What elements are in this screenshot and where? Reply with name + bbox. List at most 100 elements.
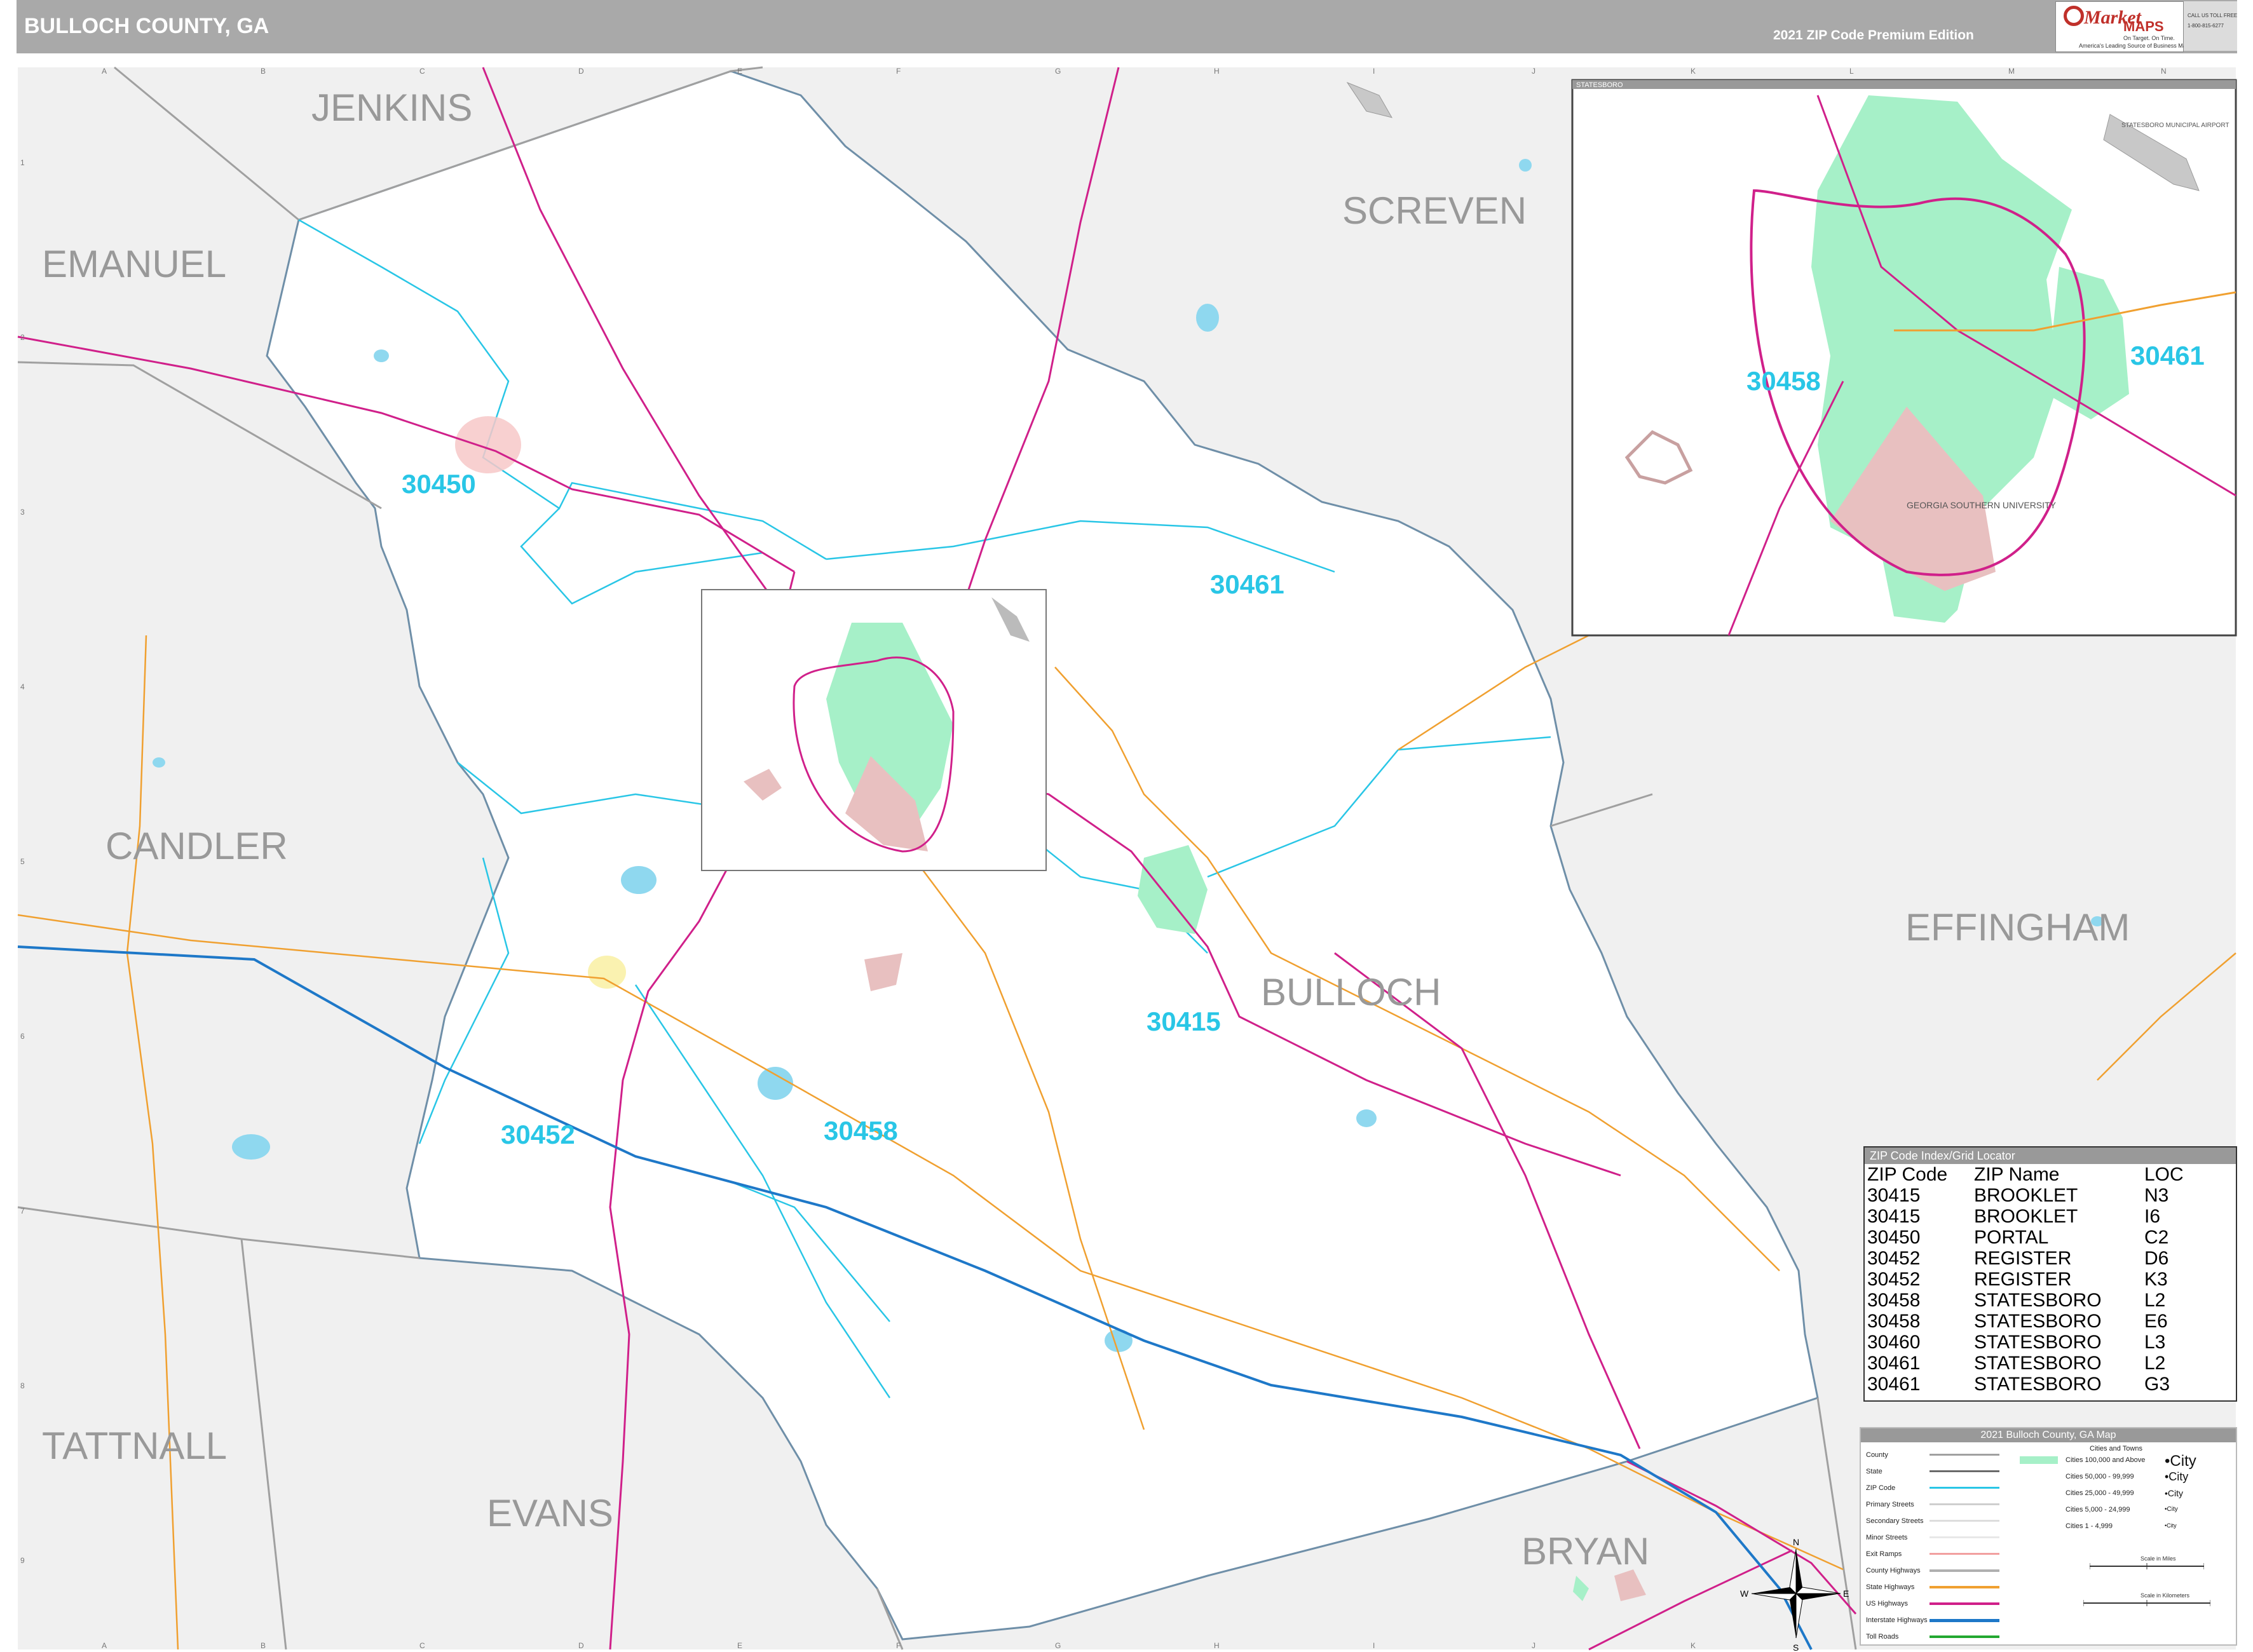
loc-cell: D6 bbox=[2142, 1248, 2236, 1269]
zip-cell: 30415 bbox=[1865, 1185, 1971, 1206]
compass-west: W bbox=[1740, 1588, 1749, 1599]
legend-label-state: State bbox=[1866, 1468, 1882, 1475]
legend-swatch-county-hwy bbox=[1930, 1569, 1999, 1572]
table-row: 30458STATESBOROL2 bbox=[1865, 1290, 2236, 1311]
name-cell: PORTAL bbox=[1971, 1227, 2142, 1248]
legend-cities-header: Cities and Towns bbox=[2090, 1445, 2142, 1452]
loc-cell: I6 bbox=[2142, 1206, 2236, 1227]
legend-swatch-county bbox=[1930, 1454, 1999, 1456]
scale-bar-km bbox=[2083, 1600, 2210, 1606]
svg-text:M: M bbox=[2008, 67, 2015, 76]
legend-swatch-us-hwy bbox=[1930, 1602, 1999, 1605]
zip-label-30450: 30450 bbox=[402, 469, 476, 499]
loc-cell: C2 bbox=[2142, 1227, 2236, 1248]
svg-text:A: A bbox=[102, 1641, 107, 1650]
svg-text:6: 6 bbox=[20, 1032, 25, 1041]
svg-text:7: 7 bbox=[20, 1207, 25, 1215]
svg-text:J: J bbox=[1532, 67, 1535, 76]
loc-cell: L2 bbox=[2142, 1353, 2236, 1374]
svg-text:8: 8 bbox=[20, 1381, 25, 1390]
zip-label-30458: 30458 bbox=[824, 1116, 898, 1146]
zip-cell: 30461 bbox=[1865, 1374, 1971, 1395]
name-cell: BROOKLET bbox=[1971, 1206, 2142, 1227]
legend-city-class-4: Cities 5,000 - 24,999 bbox=[2066, 1506, 2130, 1513]
legend-city-sample-2: •City bbox=[2165, 1470, 2188, 1484]
county-label-candler: CANDLER bbox=[106, 825, 288, 867]
legend-swatch-state bbox=[1930, 1470, 1999, 1472]
name-cell: STATESBORO bbox=[1971, 1353, 2142, 1374]
svg-text:3: 3 bbox=[20, 508, 25, 517]
table-row: 30415BROOKLETI6 bbox=[1865, 1206, 2236, 1227]
legend-swatch-secondary bbox=[1930, 1520, 1999, 1522]
compass-north: N bbox=[1793, 1537, 1799, 1547]
name-cell: STATESBORO bbox=[1971, 1290, 2142, 1311]
table-row: 30460STATESBOROL3 bbox=[1865, 1332, 2236, 1353]
zip-cell: 30458 bbox=[1865, 1290, 1971, 1311]
svg-text:L: L bbox=[1849, 67, 1854, 76]
zip-cell: 30458 bbox=[1865, 1311, 1971, 1332]
county-label-evans: EVANS bbox=[487, 1492, 613, 1534]
svg-text:I: I bbox=[1373, 1641, 1375, 1650]
inset-title: STATESBORO bbox=[1576, 81, 1623, 89]
svg-text:G: G bbox=[1055, 67, 1061, 76]
svg-text:E: E bbox=[737, 1641, 742, 1650]
loc-cell: L2 bbox=[2142, 1290, 2236, 1311]
name-cell: BROOKLET bbox=[1971, 1185, 2142, 1206]
inset-zip-label-30458: 30458 bbox=[1746, 366, 1821, 396]
statesboro-inset[interactable]: STATESBORO 30458 30461 GEORGIA SOUTHERN … bbox=[1572, 80, 2236, 635]
loc-cell: L3 bbox=[2142, 1332, 2236, 1353]
county-label-bryan: BRYAN bbox=[1521, 1530, 1649, 1573]
map-canvas[interactable]: JENKINS SCREVEN EMANUEL CANDLER EFFINGHA… bbox=[0, 0, 2253, 1652]
county-label-tattnall: TATTNALL bbox=[42, 1425, 227, 1467]
svg-text:5: 5 bbox=[20, 857, 25, 866]
svg-text:I: I bbox=[1373, 67, 1375, 76]
inset-airport-label: STATESBORO MUNICIPAL AIRPORT bbox=[2121, 122, 2229, 129]
legend-swatch-ramps bbox=[1930, 1553, 1999, 1555]
svg-text:H: H bbox=[1214, 67, 1220, 76]
svg-text:B: B bbox=[261, 1641, 266, 1650]
county-label-emanuel: EMANUEL bbox=[42, 243, 226, 285]
zip-cell: 30452 bbox=[1865, 1269, 1971, 1290]
svg-text:4: 4 bbox=[20, 682, 25, 691]
table-row: 30458STATESBOROE6 bbox=[1865, 1311, 2236, 1332]
legend-city-sample-3: •City bbox=[2165, 1488, 2183, 1498]
legend-swatch-toll bbox=[1930, 1635, 1999, 1638]
legend-city-sample-5: •City bbox=[2165, 1522, 2177, 1529]
legend-label-interstate: Interstate Highways bbox=[1866, 1616, 1928, 1624]
svg-text:B: B bbox=[261, 67, 266, 76]
svg-text:D: D bbox=[578, 67, 584, 76]
name-cell: REGISTER bbox=[1971, 1248, 2142, 1269]
svg-text:F: F bbox=[896, 1641, 901, 1650]
svg-text:G: G bbox=[1055, 1641, 1061, 1650]
legend-scale-miles: Scale in Miles bbox=[2141, 1555, 2176, 1562]
legend-label-county: County bbox=[1866, 1451, 1888, 1459]
legend-swatch-interstate bbox=[1930, 1619, 1999, 1622]
table-row: 30461STATESBOROL2 bbox=[1865, 1353, 2236, 1374]
county-label-screven: SCREVEN bbox=[1342, 189, 1527, 232]
inset-zip-label-30461: 30461 bbox=[2130, 341, 2205, 370]
zip-cell: 30450 bbox=[1865, 1227, 1971, 1248]
svg-text:2: 2 bbox=[20, 333, 25, 342]
zip-label-30415: 30415 bbox=[1147, 1006, 1221, 1036]
legend-label-toll: Toll Roads bbox=[1866, 1633, 1898, 1641]
county-label-effingham: EFFINGHAM bbox=[1905, 906, 2130, 949]
legend-label-secondary: Secondary Streets bbox=[1866, 1517, 1924, 1525]
svg-text:D: D bbox=[578, 1641, 584, 1650]
legend-label-primary: Primary Streets bbox=[1866, 1501, 1914, 1508]
svg-text:E: E bbox=[737, 67, 742, 76]
legend-swatch-urban bbox=[2020, 1456, 2058, 1464]
loc-cell: N3 bbox=[2142, 1185, 2236, 1206]
table-row: 30452REGISTERD6 bbox=[1865, 1248, 2236, 1269]
name-cell: STATESBORO bbox=[1971, 1332, 2142, 1353]
legend-label-us-hwy: US Highways bbox=[1866, 1600, 1908, 1608]
compass-east: E bbox=[1843, 1588, 1849, 1599]
county-label-bulloch: BULLOCH bbox=[1261, 971, 1441, 1013]
zip-cell: 30460 bbox=[1865, 1332, 1971, 1353]
inset-university-label: GEORGIA SOUTHERN UNIVERSITY bbox=[1907, 500, 2057, 510]
legend-city-class-1: Cities 100,000 and Above bbox=[2066, 1456, 2145, 1464]
legend-city-sample-1: •City bbox=[2165, 1452, 2196, 1470]
table-row: 30461STATESBOROG3 bbox=[1865, 1374, 2236, 1395]
legend-scale-km: Scale in Kilometers bbox=[2141, 1592, 2189, 1599]
loc-cell: E6 bbox=[2142, 1311, 2236, 1332]
zip-index-col-zip: ZIP Code bbox=[1865, 1164, 1971, 1185]
